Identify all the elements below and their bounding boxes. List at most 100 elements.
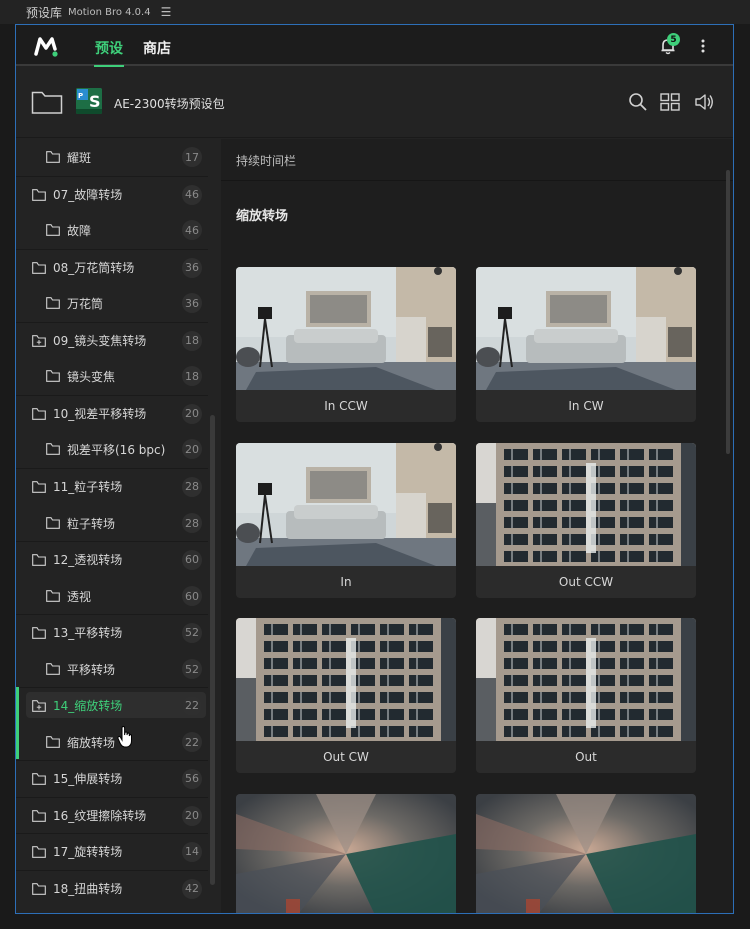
sidebar-item[interactable]: 17_旋转转场 14 [16,833,208,869]
preset-thumbnail[interactable] [236,618,456,741]
sidebar-item-label: 缩放转场 [67,735,116,750]
item-count-badge: 46 [182,184,202,205]
folder-icon [32,262,46,274]
sidebar-item-label: 故障 [67,223,92,238]
pack-title: AE-2300转场预设包 [114,97,225,111]
preset-label: In [340,574,352,589]
item-count-badge: 20 [182,439,202,459]
folder-icon [46,151,60,163]
sidebar-item[interactable]: 12_透视转场 60 [16,541,208,577]
svg-text:P: P [78,92,83,100]
pack-thumbnail-icon: S P [76,88,102,114]
sidebar-item-label: 15_伸展转场 [53,772,123,786]
preset-card[interactable]: Out [476,618,696,773]
section-title: 缩放转场 [236,209,289,224]
window-titlebar: 预设库 Motion Bro 4.0.4 ☰ [0,0,750,24]
zoom-folder-icon [32,335,46,347]
hamburger-icon[interactable]: ☰ [161,5,172,19]
sidebar-item-label: 耀斑 [67,150,92,165]
preset-thumbnail[interactable] [236,267,456,390]
sidebar-item[interactable]: 平移转场 52 [16,651,208,687]
item-count-badge: 18 [182,366,202,386]
folder-icon [32,189,46,201]
folder-icon [32,627,46,639]
volume-icon[interactable] [694,92,714,112]
preset-card[interactable]: In CW [476,793,696,913]
sidebar-item[interactable]: 缩放转场 22 [16,724,208,760]
folder-icon [46,297,60,309]
sidebar-item-label: 10_视差平移转场 [53,407,147,421]
hand-cursor-icon [117,726,132,748]
zoom-folder-icon [32,700,46,712]
preset-card[interactable]: In CCW [236,793,456,913]
preset-card[interactable]: Out CCW [476,442,696,598]
sidebar-item-label: 18_扭曲转场 [53,882,123,896]
sidebar-item-label: 16_纹理擦除转场 [53,809,147,823]
sidebar-item[interactable]: 11_粒子转场 28 [16,468,208,504]
folder-icon [32,846,46,858]
preset-thumbnail[interactable] [476,618,696,741]
item-count-badge: 22 [182,732,202,752]
preset-card[interactable]: In CCW [236,267,456,422]
sidebar-item[interactable]: 视差平移(16 bpc) 20 [16,431,208,467]
sidebar-item-label: 14_缩放转场 [53,699,123,713]
item-count-badge: 60 [182,549,202,570]
item-count-badge: 36 [182,257,202,278]
sidebar-item[interactable]: 18_扭曲转场 42 [16,870,208,906]
sidebar-item[interactable]: 粒子转场 28 [16,505,208,541]
sidebar-item[interactable]: 14_缩放转场 22 [16,687,208,723]
item-count-badge: 20 [182,403,202,424]
preset-thumbnail[interactable] [476,267,696,390]
sidebar-item[interactable]: 13_平移转场 52 [16,614,208,650]
preset-thumbnail[interactable] [236,442,456,566]
sidebar-item[interactable]: 10_视差平移转场 20 [16,395,208,431]
motion-bro-logo-icon [34,37,58,57]
sidebar-item[interactable]: 透视 60 [16,578,208,614]
sidebar-item-label: 07_故障转场 [53,188,123,202]
sidebar-item-label: 09_镜头变焦转场 [53,334,147,348]
preset-grid-area: 持续时间栏 缩放转场 In CCW In CW In Out CCW Out CW Out… [221,139,733,913]
sidebar-item[interactable]: 09_镜头变焦转场 18 [16,322,208,358]
preset-card[interactable]: Out CW [236,618,456,773]
folder-icon[interactable] [31,89,63,115]
sidebar-item[interactable]: 07_故障转场 46 [16,176,208,212]
folder-icon [46,736,60,748]
preset-thumbnail[interactable] [476,442,696,566]
sidebar-scrollbar[interactable] [210,415,215,885]
sidebar-item-label: 17_旋转转场 [53,845,123,859]
sidebar-item-label: 透视 [67,589,92,604]
preset-card[interactable]: In CW [476,267,696,422]
item-count-badge: 28 [182,476,202,497]
notification-badge: 5 [667,33,680,46]
tab-shop[interactable]: 商店 [143,38,171,58]
sidebar-item[interactable]: 16_纹理擦除转场 20 [16,797,208,833]
content-scrollbar[interactable] [726,170,730,454]
sidebar-item[interactable]: 万花筒 36 [16,285,208,321]
preset-label: Out [575,750,597,764]
sidebar-item[interactable]: 故障 46 [16,212,208,248]
svg-text:S: S [89,92,101,111]
sidebar-item-label: 13_平移转场 [53,626,123,640]
search-icon[interactable] [628,92,648,112]
sidebar-item[interactable]: 镜头变焦 18 [16,358,208,394]
sidebar-item[interactable]: 15_伸展转场 56 [16,760,208,796]
sidebar-item-label: 万花筒 [67,296,104,311]
preset-thumbnail[interactable] [236,793,456,913]
folder-icon [46,663,60,675]
tab-presets[interactable]: 预设 [94,38,124,67]
grid-view-icon[interactable] [660,92,680,112]
sidebar-item[interactable]: 耀斑 17 [16,139,208,175]
folder-icon [32,883,46,895]
bottom-strip [0,914,750,929]
item-count-badge: 14 [182,841,202,862]
sidebar-item-label: 11_粒子转场 [53,480,123,494]
preset-card[interactable]: In [236,442,456,598]
more-options-icon[interactable] [696,37,710,55]
item-count-badge: 46 [182,220,202,240]
sidebar-item-label: 12_透视转场 [53,553,123,567]
preset-thumbnail[interactable] [476,793,696,913]
item-count-badge: 17 [182,147,202,167]
sidebar-item[interactable]: 08_万花筒转场 36 [16,249,208,285]
preset-label: In CCW [324,399,368,413]
duration-bar[interactable]: 持续时间栏 [221,139,733,181]
